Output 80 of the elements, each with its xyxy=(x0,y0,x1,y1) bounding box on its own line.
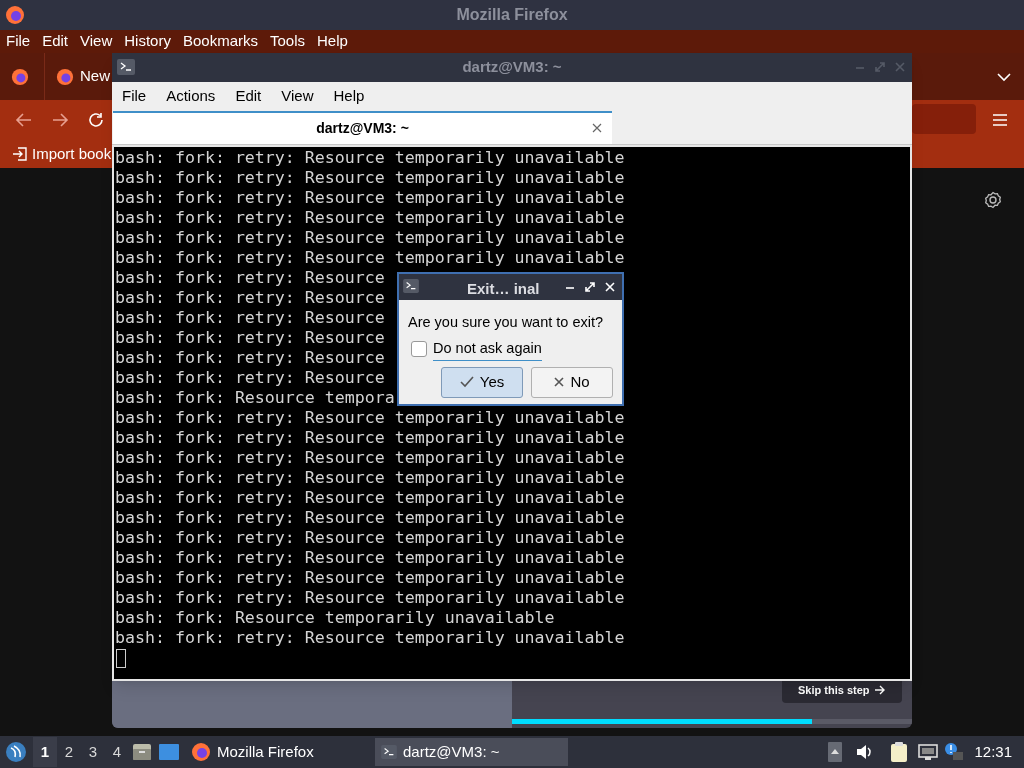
terminal-line: bash: fork: retry: Resource xyxy=(115,348,385,368)
dialog-message: Are you sure you want to exit? xyxy=(408,313,605,332)
forward-icon[interactable] xyxy=(51,112,69,128)
menu-item[interactable]: Edit xyxy=(225,84,272,108)
notification-icon[interactable] xyxy=(944,742,965,762)
terminal-line: bash: fork: retry: Resource temporarily unavailable xyxy=(115,188,625,208)
menu-item[interactable]: Edit xyxy=(42,30,69,53)
desktop-icon[interactable] xyxy=(159,743,179,761)
checkbox[interactable] xyxy=(411,341,427,358)
terminal-icon xyxy=(381,745,397,759)
menu-item[interactable]: Actions xyxy=(156,84,226,108)
firefox-logo-icon[interactable] xyxy=(11,68,29,86)
cross-icon xyxy=(554,377,565,387)
settings-icon[interactable] xyxy=(984,191,1002,209)
network-icon[interactable] xyxy=(918,743,939,761)
terminal-line: bash: fork: retry: Resource xyxy=(115,328,385,348)
file-manager-icon[interactable] xyxy=(132,742,152,762)
terminal-line: bash: fork: retry: Resource temporarily unavailable xyxy=(115,588,625,608)
terminal-line: bash: fork: retry: Resource temporarily unavailable xyxy=(115,448,625,468)
menu-item[interactable]: File xyxy=(6,30,31,53)
firefox-logo-icon xyxy=(191,742,211,762)
terminal-line: bash: fork: retry: Resource temporarily unavailable xyxy=(115,508,625,528)
taskbar-task[interactable]: dartz@VM3: ~ xyxy=(375,738,568,766)
menu-item[interactable]: File xyxy=(112,84,157,108)
chevron-down-icon[interactable] xyxy=(996,72,1012,82)
terminal-line: bash: fork: retry: Resource temporarily unavailable xyxy=(115,228,625,248)
terminal-line: bash: fork: retry: Resource xyxy=(115,288,385,308)
terminal-line: bash: fork: retry: Resource temporarily unavailable xyxy=(115,628,625,648)
text-cursor xyxy=(116,649,126,668)
back-icon[interactable] xyxy=(15,112,33,128)
checkmark-icon xyxy=(459,376,474,388)
terminal-line: bash: fork: retry: Resource temporarily unavailable xyxy=(115,208,625,228)
workspace-button[interactable]: 2 xyxy=(57,737,81,767)
workspace-button[interactable]: 1 xyxy=(33,737,57,767)
close-tab-icon[interactable] xyxy=(592,123,602,133)
yes-button[interactable]: Yes xyxy=(441,366,523,398)
firefox-logo-icon xyxy=(5,5,25,25)
terminal-line: bash: fork: retry: Resource temporarily unavailable xyxy=(115,148,625,168)
terminal-line: bash: fork: Resource tempora xyxy=(115,388,395,408)
terminal-line: bash: fork: retry: Resource xyxy=(115,368,385,388)
menu-item[interactable]: History xyxy=(124,30,171,53)
terminal-tab[interactable]: dartz@VM3: ~ xyxy=(113,111,612,144)
menu-item[interactable]: Help xyxy=(323,84,375,108)
window-title: Mozilla Firefox xyxy=(456,5,568,25)
terminal-line: bash: fork: retry: Resource temporarily unavailable xyxy=(115,168,625,188)
address-field[interactable] xyxy=(912,104,976,134)
start-menu-icon[interactable] xyxy=(5,741,27,763)
clock[interactable]: 12:31 xyxy=(974,740,1012,764)
menu-icon[interactable] xyxy=(992,113,1008,127)
terminal-line: bash: fork: retry: Resource xyxy=(115,308,385,328)
terminal-line: bash: fork: retry: Resource temporarily unavailable xyxy=(115,428,625,448)
taskbar-task[interactable]: Mozilla Firefox xyxy=(185,738,365,766)
dialog-title: Exit… inal xyxy=(467,279,540,299)
workspace-button[interactable]: 4 xyxy=(105,737,129,767)
terminal-line: bash: fork: retry: Resource temporarily unavailable xyxy=(115,488,625,508)
terminal-line: bash: fork: Resource temporarily unavailable xyxy=(115,608,555,628)
reload-icon[interactable] xyxy=(87,111,105,129)
workspace-button[interactable]: 3 xyxy=(81,737,105,767)
terminal-icon xyxy=(117,59,135,75)
import-bookmarks-button[interactable]: Import book xyxy=(12,142,112,166)
arrow-right-icon xyxy=(873,685,886,695)
menu-item[interactable]: Bookmarks xyxy=(182,30,258,53)
terminal-line: bash: fork: retry: Resource temporarily unavailable xyxy=(115,568,625,588)
window-title: dartz@VM3: ~ xyxy=(462,57,562,78)
no-button[interactable]: No xyxy=(531,366,613,398)
menu-item[interactable]: View xyxy=(80,30,113,53)
firefox-logo-icon xyxy=(56,67,74,86)
terminal-line: bash: fork: retry: Resource temporarily unavailable xyxy=(115,468,625,488)
menu-item[interactable]: View xyxy=(271,84,324,108)
terminal-line: bash: fork: retry: Resource temporarily unavailable xyxy=(115,528,625,548)
import-icon xyxy=(12,146,28,162)
menu-item[interactable]: Help xyxy=(317,30,348,53)
terminal-line: bash: fork: retry: Resource xyxy=(115,268,385,288)
menu-item[interactable]: Tools xyxy=(270,30,305,53)
terminal-icon xyxy=(403,279,419,293)
terminal-line: bash: fork: retry: Resource temporarily unavailable xyxy=(115,408,625,428)
checkbox-label[interactable]: Do not ask again xyxy=(433,337,542,361)
terminal-line: bash: fork: retry: Resource temporarily unavailable xyxy=(115,248,625,268)
clipboard-icon[interactable] xyxy=(890,741,909,763)
terminal-line: bash: fork: retry: Resource temporarily unavailable xyxy=(115,548,625,568)
